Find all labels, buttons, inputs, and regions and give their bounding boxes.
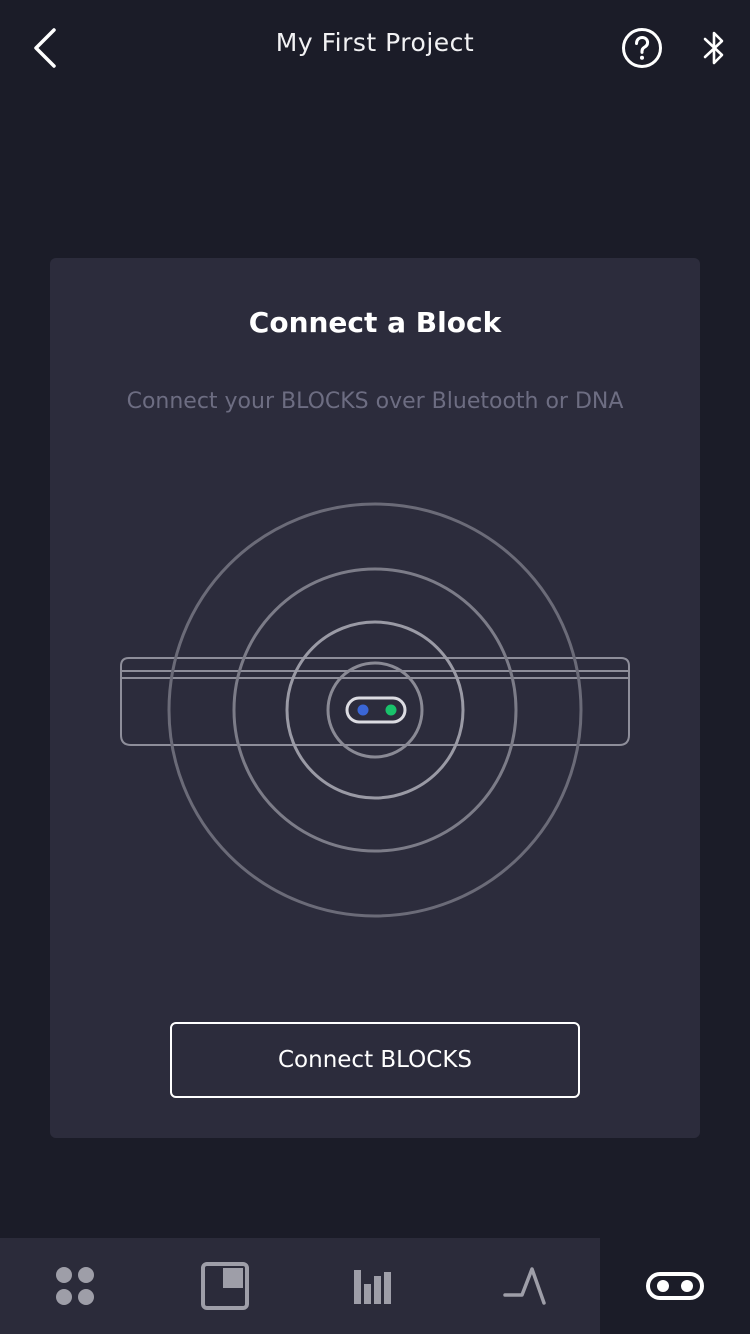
bluetooth-icon: [703, 31, 724, 65]
card-title: Connect a Block: [248, 306, 502, 339]
tab-mixer[interactable]: [300, 1238, 450, 1334]
block-device-icon: [646, 1272, 704, 1300]
help-button[interactable]: [620, 26, 664, 70]
four-dots-grid-icon: [56, 1267, 94, 1305]
tab-blocks[interactable]: [600, 1238, 750, 1334]
bluetooth-button[interactable]: [697, 26, 731, 70]
connect-blocks-button[interactable]: Connect BLOCKS: [170, 1022, 580, 1098]
tab-grid[interactable]: [0, 1238, 150, 1334]
tab-note-grid[interactable]: [150, 1238, 300, 1334]
tab-envelope[interactable]: [450, 1238, 600, 1334]
bottom-tab-bar: [0, 1238, 750, 1334]
connect-block-card: Connect a Block Connect your BLOCKS over…: [50, 258, 700, 1138]
top-nav-bar: My First Project: [0, 0, 750, 96]
question-circle-icon: [622, 28, 662, 68]
block-bluetooth-signal-illustration: [50, 488, 700, 938]
blue-led-dot: [357, 704, 369, 716]
envelope-curve-icon: [503, 1267, 546, 1305]
green-led-dot: [385, 704, 397, 716]
card-subtitle: Connect your BLOCKS over Bluetooth or DN…: [126, 389, 624, 414]
note-grid-icon: [201, 1262, 249, 1310]
mixer-bars-icon: [354, 1270, 391, 1304]
